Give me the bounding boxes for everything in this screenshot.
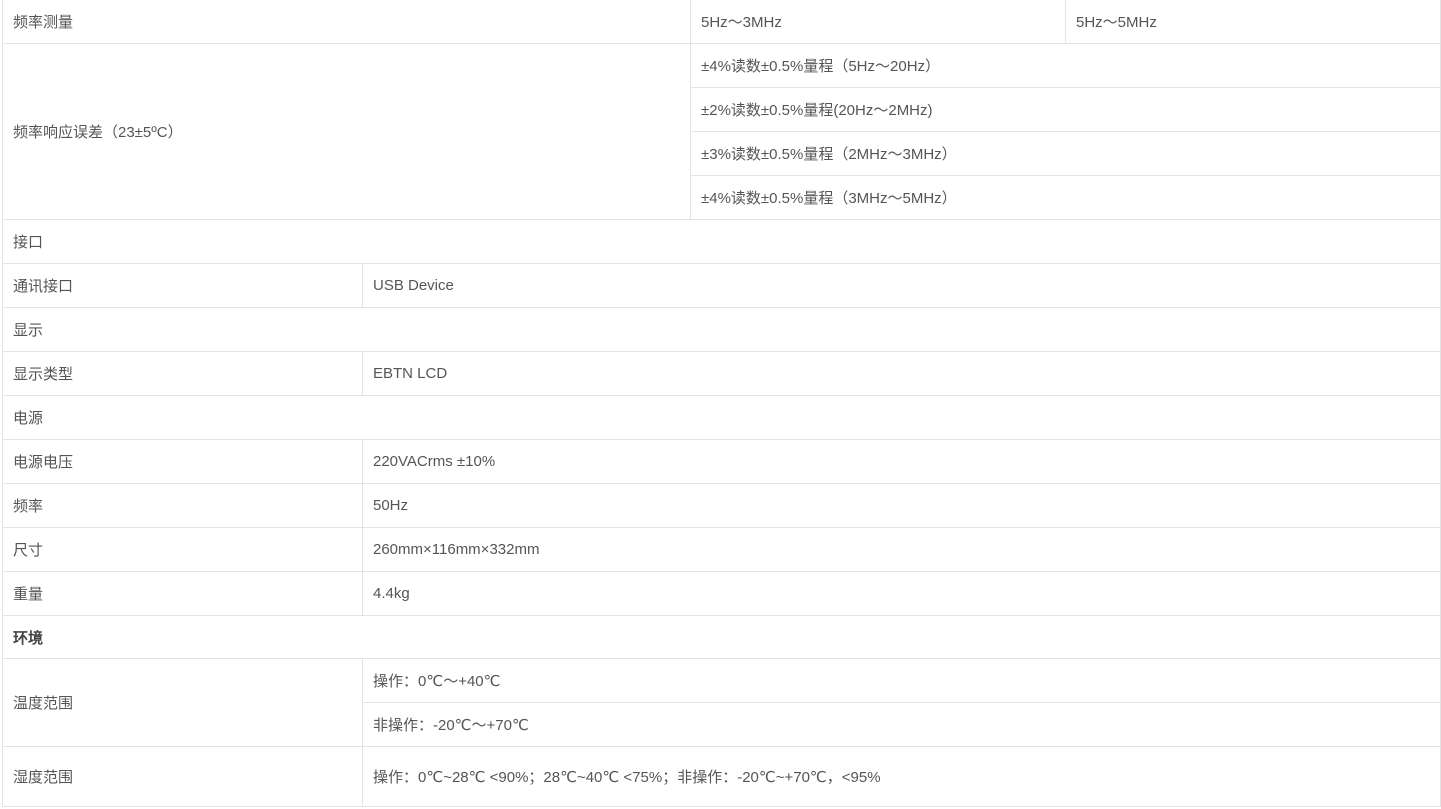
row-label-weight: 重量 bbox=[2, 572, 363, 616]
row-label-power-voltage: 电源电压 bbox=[2, 440, 363, 484]
section-header-environment: 环境 bbox=[2, 616, 1441, 659]
cell-power-voltage: 220VACrms ±10% bbox=[363, 440, 1441, 484]
cell-freq-measure-5mhz: 5Hz～5MHz bbox=[1066, 0, 1441, 44]
row-label-size: 尺寸 bbox=[2, 528, 363, 572]
cell-display-type: EBTN LCD bbox=[363, 352, 1441, 396]
row-label-freq-response: 频率响应误差（23±5ºC） bbox=[2, 44, 691, 220]
cell-comm-interface: USB Device bbox=[363, 264, 1441, 308]
cell-temperature-operating: 操作：0℃～+40℃ bbox=[363, 659, 1441, 703]
section-header-display: 显示 bbox=[2, 308, 1441, 352]
cell-frequency: 50Hz bbox=[363, 484, 1441, 528]
cell-freq-response-2: ±2%读数±0.5%量程(20Hz～2MHz) bbox=[691, 88, 1441, 132]
row-label-humidity-range: 湿度范围 bbox=[2, 747, 363, 807]
row-label-display-type: 显示类型 bbox=[2, 352, 363, 396]
row-label-frequency: 频率 bbox=[2, 484, 363, 528]
row-label-temperature-range: 温度范围 bbox=[2, 659, 363, 747]
section-header-power: 电源 bbox=[2, 396, 1441, 440]
cell-freq-response-1: ±4%读数±0.5%量程（5Hz～20Hz） bbox=[691, 44, 1441, 88]
row-label-comm-interface: 通讯接口 bbox=[2, 264, 363, 308]
cell-weight: 4.4kg bbox=[363, 572, 1441, 616]
cell-freq-response-4: ±4%读数±0.5%量程（3MHz～5MHz） bbox=[691, 176, 1441, 220]
cell-size: 260mm×116mm×332mm bbox=[363, 528, 1441, 572]
cell-freq-response-3: ±3%读数±0.5%量程（2MHz～3MHz） bbox=[691, 132, 1441, 176]
row-label-freq-measure: 频率测量 bbox=[2, 0, 691, 44]
cell-freq-measure-3mhz: 5Hz～3MHz bbox=[691, 0, 1066, 44]
cell-humidity-range: 操作：0℃~28℃ <90%；28℃~40℃ <75%；非操作：-20℃~+70… bbox=[363, 747, 1441, 807]
cell-temperature-non-operating: 非操作：-20℃～+70℃ bbox=[363, 703, 1441, 747]
spec-table: 频率测量 5Hz～3MHz 5Hz～5MHz 频率响应误差（23±5ºC） ±4… bbox=[2, 0, 1441, 809]
section-header-interface: 接口 bbox=[2, 220, 1441, 264]
